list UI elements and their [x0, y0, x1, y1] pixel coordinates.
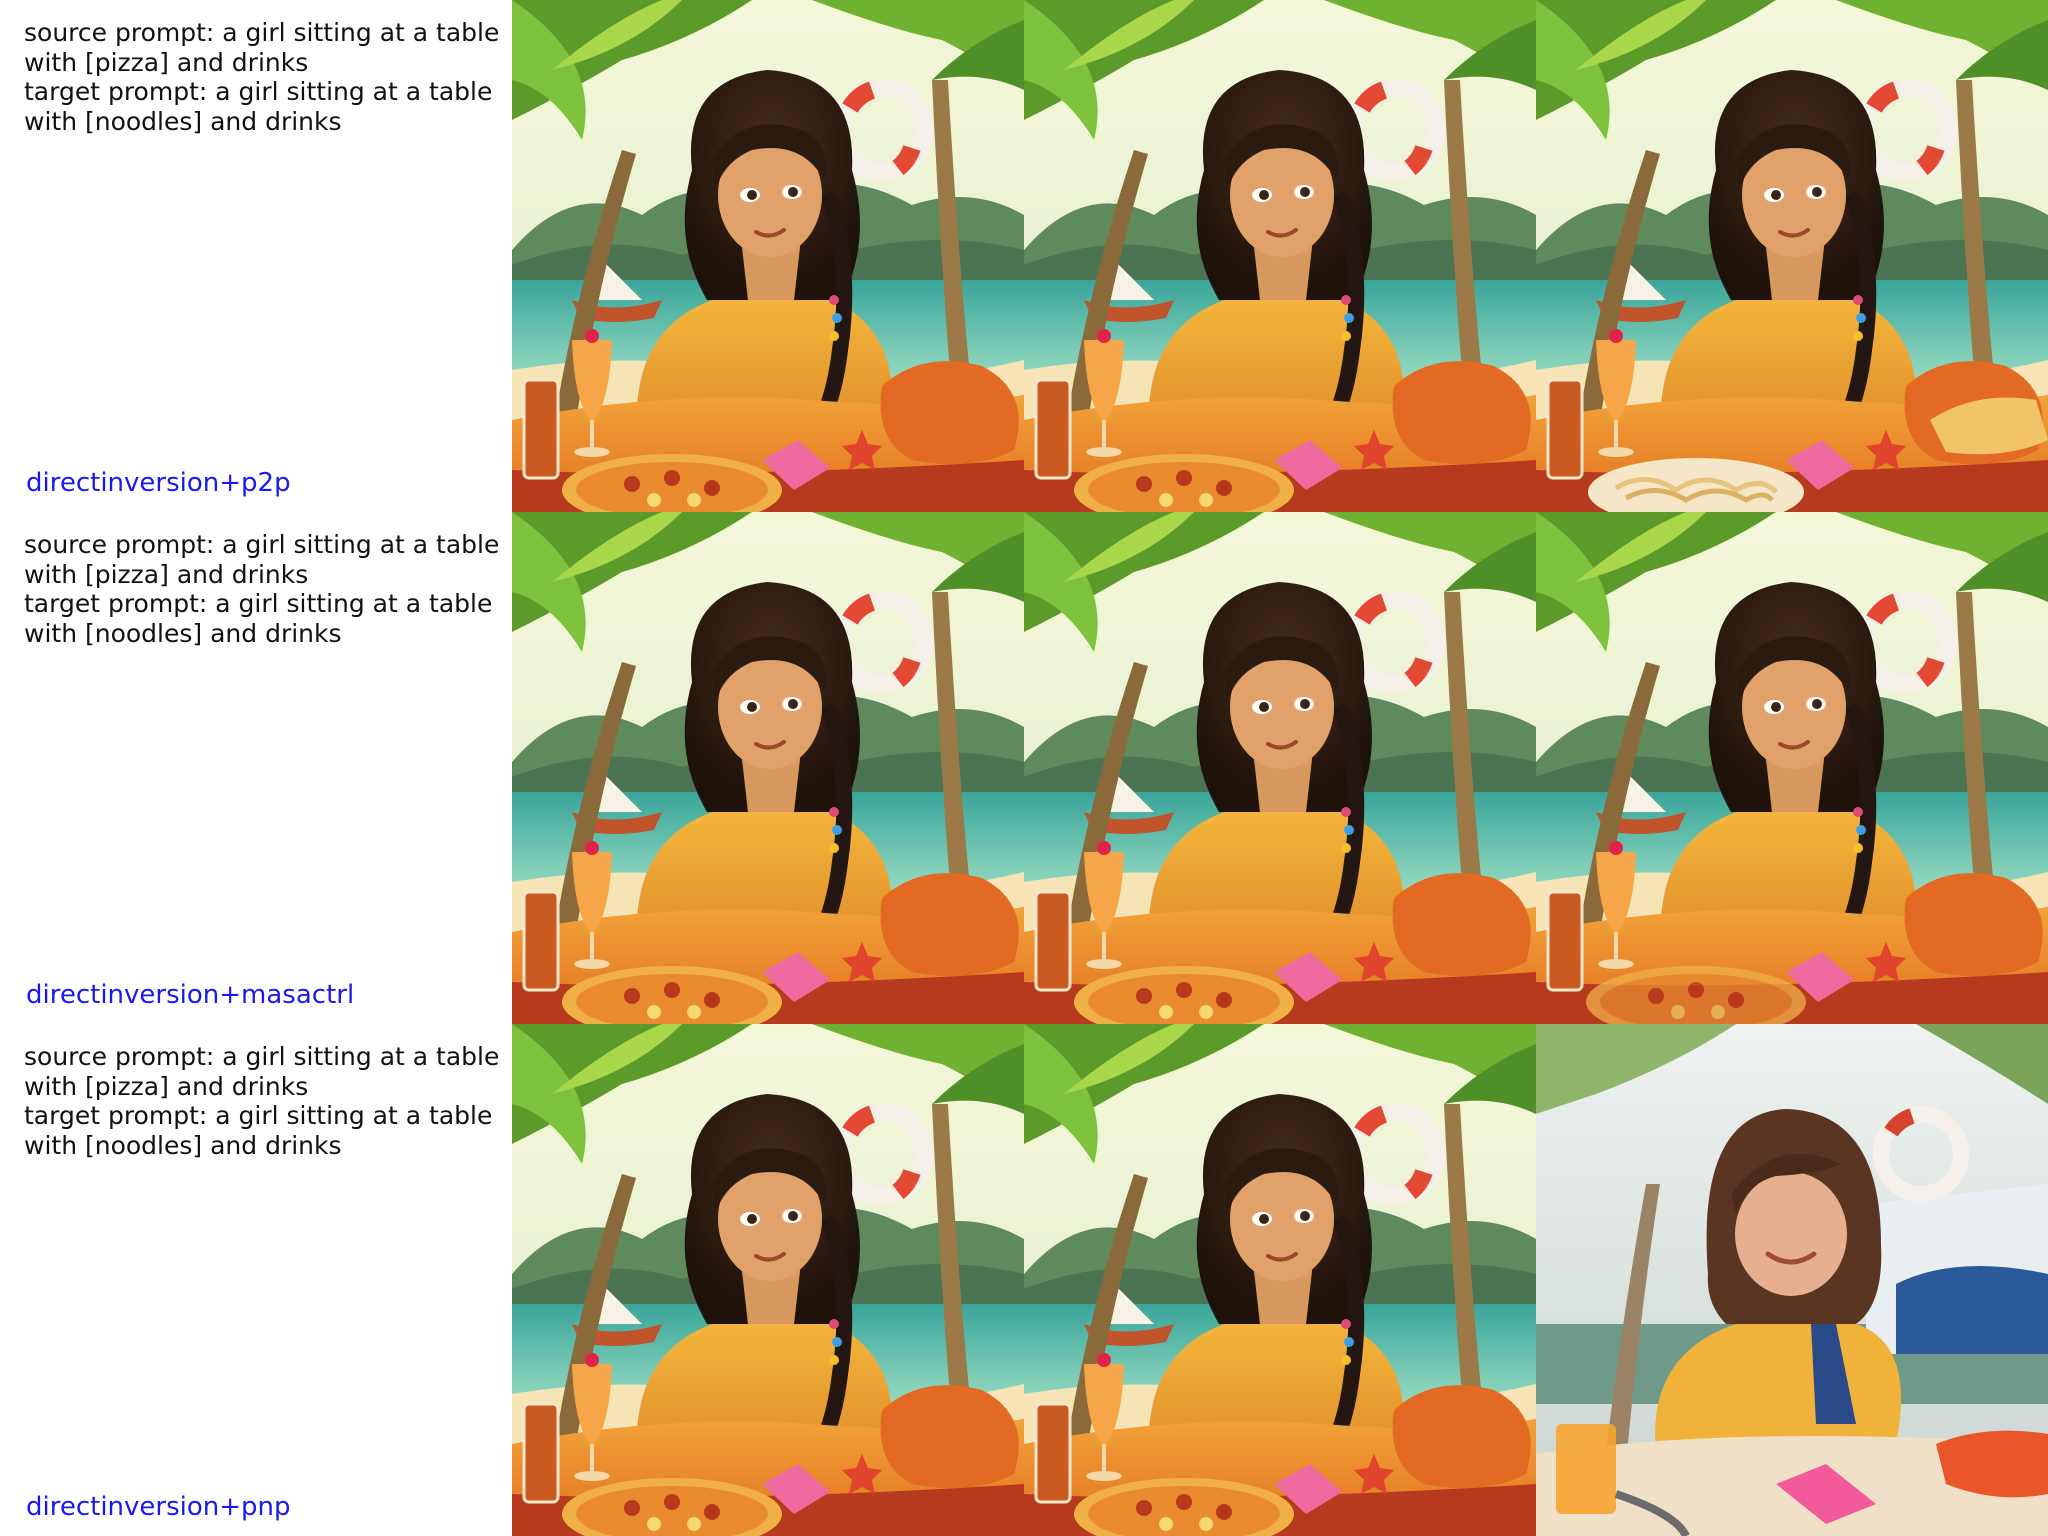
- target-prompt: target prompt: a girl sitting at a table…: [24, 77, 493, 136]
- comparison-grid: source prompt: a girl sitting at a table…: [0, 0, 2048, 1536]
- prompt-text: source prompt: a girl sitting at a table…: [24, 1042, 508, 1160]
- prompt-text: source prompt: a girl sitting at a table…: [24, 530, 508, 648]
- source-prompt: source prompt: a girl sitting at a table…: [24, 530, 500, 589]
- caption-panel: source prompt: a girl sitting at a table…: [0, 512, 512, 1024]
- result-row-p2p: source prompt: a girl sitting at a table…: [0, 0, 2048, 512]
- result-row-pnp: source prompt: a girl sitting at a table…: [0, 1024, 2048, 1536]
- reconstructed-image: [1024, 512, 1536, 1024]
- edited-image: [1536, 512, 2048, 1024]
- source-image: [512, 1024, 1024, 1536]
- source-prompt: source prompt: a girl sitting at a table…: [24, 1042, 500, 1101]
- reconstructed-image: [1024, 0, 1536, 512]
- method-label: directinversion+p2p: [26, 468, 291, 498]
- source-image: [512, 0, 1024, 512]
- target-prompt: target prompt: a girl sitting at a table…: [24, 589, 493, 648]
- method-label: directinversion+pnp: [26, 1492, 291, 1522]
- caption-panel: source prompt: a girl sitting at a table…: [0, 0, 512, 512]
- caption-panel: source prompt: a girl sitting at a table…: [0, 1024, 512, 1536]
- target-prompt: target prompt: a girl sitting at a table…: [24, 1101, 493, 1160]
- method-label: directinversion+masactrl: [26, 980, 355, 1010]
- prompt-text: source prompt: a girl sitting at a table…: [24, 18, 508, 136]
- edited-image: [1536, 0, 2048, 512]
- reconstructed-image: [1024, 1024, 1536, 1536]
- edited-image: [1536, 1024, 2048, 1536]
- result-row-masactrl: source prompt: a girl sitting at a table…: [0, 512, 2048, 1024]
- source-image: [512, 512, 1024, 1024]
- source-prompt: source prompt: a girl sitting at a table…: [24, 18, 500, 77]
